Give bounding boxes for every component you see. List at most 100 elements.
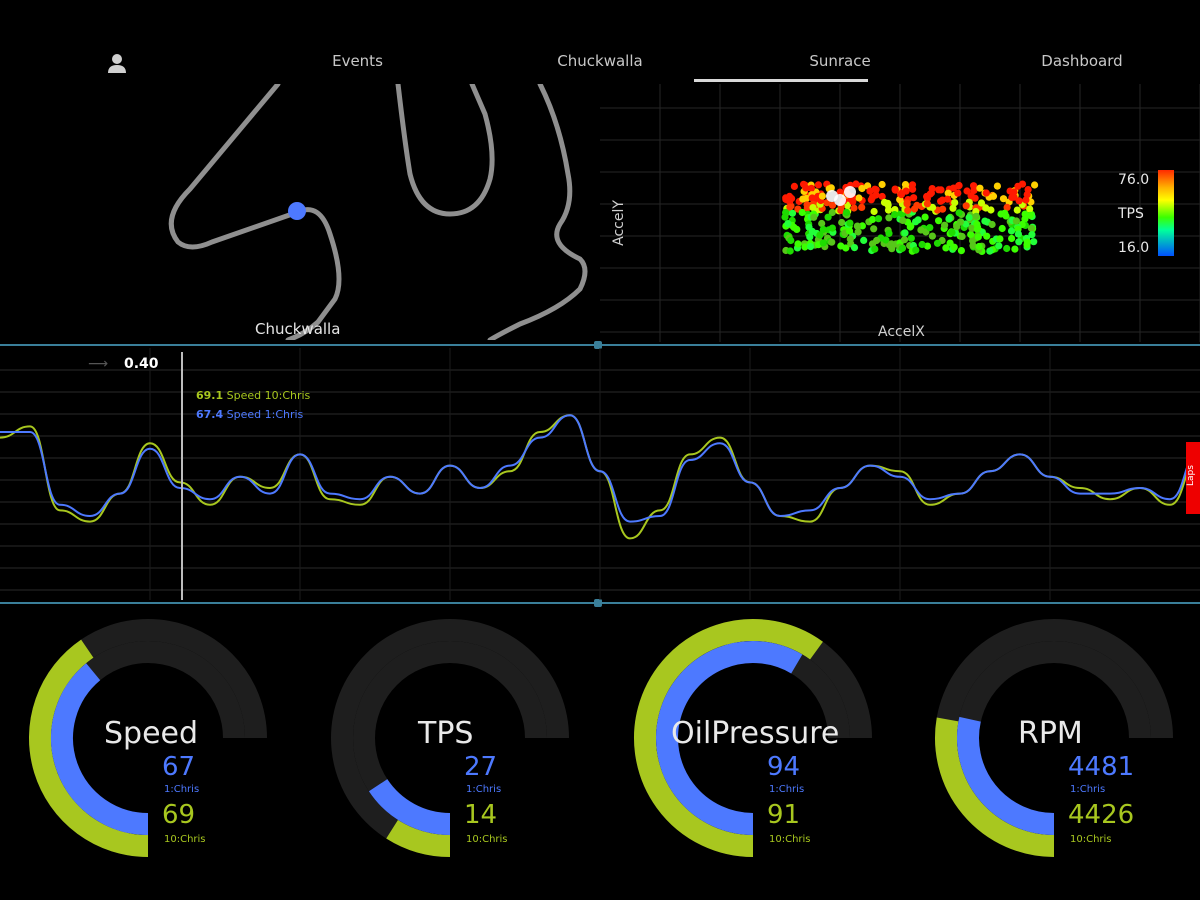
scatter-point — [989, 192, 998, 200]
scatter-point — [790, 182, 798, 190]
scatter-point — [1007, 227, 1016, 235]
scatter-point — [926, 224, 934, 232]
scatter-point — [965, 213, 973, 222]
legend-label: Speed 10:Chris — [226, 389, 311, 402]
gauge-blue-value: 27 — [464, 752, 498, 782]
scatter-point — [982, 189, 990, 197]
scatter-point — [853, 222, 861, 230]
scatter-point — [912, 218, 920, 226]
tab-sunrace[interactable]: Sunrace — [780, 52, 900, 76]
tab-events[interactable]: Events — [300, 52, 415, 76]
scatter-point — [1001, 209, 1009, 217]
scatter-point — [983, 232, 991, 240]
scatter-point — [951, 199, 959, 207]
gauge-blue-value: 67 — [162, 752, 196, 782]
scatter-point — [955, 209, 963, 217]
scatter-point — [799, 195, 807, 203]
scatter-point — [866, 187, 874, 195]
accel-scatter-plot[interactable] — [600, 84, 1200, 342]
scatter-point — [819, 225, 827, 234]
scatter-point — [953, 223, 961, 231]
scatter-point — [1030, 238, 1038, 246]
scatter-point — [917, 226, 925, 234]
scatter-point — [1008, 234, 1016, 243]
gauge-blue-label: 1:Chris — [769, 784, 805, 795]
scatter-point — [918, 240, 926, 249]
gauge-green-value: 14 — [464, 800, 498, 830]
gauge-blue-value: 4481 — [1068, 752, 1135, 782]
user-icon[interactable] — [106, 52, 128, 74]
trace-legend-item: 67.4 Speed 1:Chris — [196, 408, 303, 421]
colorbar-min-label: 16.0 — [1118, 240, 1150, 256]
gauge-green-label: 10:Chris — [466, 834, 508, 845]
scatter-point — [926, 190, 934, 198]
scatter-point — [787, 236, 795, 245]
track-outline — [168, 84, 588, 340]
scatter-point — [874, 215, 883, 223]
scatter-point — [998, 224, 1006, 233]
scatter-point — [950, 243, 958, 251]
scatter-point — [933, 239, 942, 247]
scatter-point — [846, 227, 854, 235]
scatter-point — [941, 221, 949, 229]
track-name-label: Chuckwalla — [255, 320, 341, 338]
scatter-point — [900, 236, 909, 244]
scatter-point — [976, 184, 984, 192]
scatter-point — [788, 209, 797, 217]
scatter-point — [973, 225, 981, 233]
scatter-point — [995, 242, 1003, 250]
gauge-green-value: 91 — [767, 800, 801, 830]
divider-handle-bottom[interactable] — [594, 599, 602, 607]
scatter-point — [842, 208, 851, 216]
scatter-point — [1023, 191, 1031, 199]
scatter-point — [860, 236, 868, 244]
scatter-point — [904, 206, 912, 214]
track-map[interactable] — [0, 84, 598, 340]
scatter-point — [1011, 245, 1019, 253]
scatter-point — [888, 245, 896, 253]
scatter-point — [981, 217, 989, 225]
scatter-point — [870, 225, 878, 233]
scatter-point — [942, 244, 950, 252]
active-tab-indicator — [694, 79, 868, 82]
legend-value: 69.1 — [196, 389, 224, 402]
scatter-point — [808, 227, 816, 236]
laps-tab[interactable]: Laps — [1186, 442, 1200, 514]
gauge-blue-label: 1:Chris — [466, 784, 502, 795]
scatter-highlight-point — [834, 194, 846, 206]
scatter-point — [819, 239, 827, 247]
scatter-point — [850, 204, 858, 212]
scatter-x-axis-label: AccelX — [878, 324, 925, 340]
scatter-point — [945, 214, 953, 223]
colorbar-title: TPS — [1118, 206, 1144, 222]
scatter-point — [1027, 224, 1035, 232]
tab-dashboard[interactable]: Dashboard — [1022, 52, 1142, 76]
scatter-point — [907, 234, 915, 242]
scatter-point — [943, 195, 952, 203]
scatter-point — [910, 205, 919, 213]
scatter-point — [939, 205, 947, 213]
legend-label: Speed 1:Chris — [226, 408, 304, 421]
scatter-point — [1010, 193, 1018, 201]
scatter-point — [899, 216, 907, 224]
scatter-point — [891, 211, 899, 219]
gauge-green-value: 4426 — [1068, 800, 1135, 830]
scatter-point — [948, 228, 956, 237]
scatter-point — [972, 212, 980, 220]
tps-colorbar — [1158, 170, 1174, 256]
trace-legend-item: 69.1 Speed 10:Chris — [196, 389, 310, 402]
cursor-readout: 0.40 — [124, 356, 159, 372]
scatter-point — [975, 242, 983, 251]
scatter-point — [878, 180, 886, 189]
scatter-point — [794, 240, 802, 248]
gauge-title: Speed — [104, 716, 199, 751]
speed-trace-chart[interactable] — [0, 348, 1200, 600]
scatter-point — [974, 233, 982, 241]
scatter-point — [809, 204, 817, 212]
scatter-point — [837, 242, 845, 250]
scatter-point — [807, 243, 815, 251]
gauge-title: OilPressure — [671, 716, 840, 751]
tab-chuckwalla[interactable]: Chuckwalla — [540, 52, 660, 76]
scatter-point — [923, 200, 931, 208]
gauge-blue-value: 94 — [767, 752, 801, 782]
